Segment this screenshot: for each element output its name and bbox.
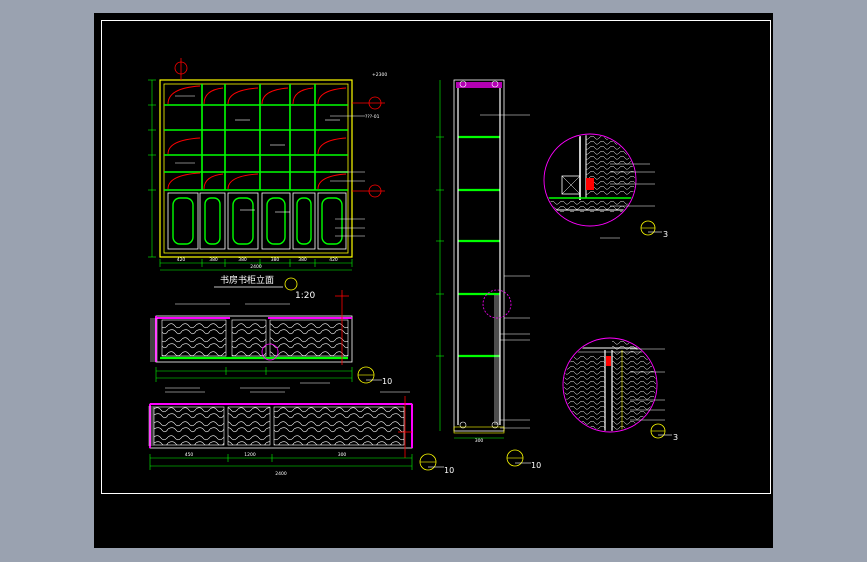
plan-section-lower: 10 — [148, 391, 454, 475]
elevation-title: 书房书柜立面 1:20 — [214, 274, 315, 301]
svg-text:+2300: +2300 — [372, 72, 387, 78]
elevation-dim-0: 420 — [177, 257, 186, 263]
elevation-dim-2: 380 — [238, 257, 247, 263]
plan-dim-2: 300 — [338, 452, 347, 458]
elevation-dim-5: 420 — [329, 257, 338, 263]
section-label-detail-top: 3 — [663, 230, 668, 239]
scale-text: 1:20 — [295, 291, 315, 301]
section-marker-lower: 10 — [419, 453, 454, 475]
elevation-dim-3: 380 — [271, 257, 280, 263]
section-label-side: 10 — [531, 461, 541, 470]
elevation-dim-4: 380 — [298, 257, 307, 263]
svg-text:???-01: ???-01 — [365, 114, 380, 120]
section-label-detail-bottom: 3 — [673, 433, 678, 442]
detail-circle-top: 3 — [543, 133, 668, 239]
section-label-lower: 10 — [444, 466, 454, 475]
title-text: 书房书柜立面 — [220, 274, 274, 286]
cad-drawing: +2300 ???-01 书房书柜立面 1:20 10 10 10 3 3 42… — [148, 58, 678, 477]
section-marker-upper: 10 — [357, 366, 392, 386]
section-label-upper: 10 — [382, 377, 392, 386]
elevation-dim-1: 380 — [209, 257, 218, 263]
plan-dim-0: 450 — [185, 452, 194, 458]
side-section: 10 — [436, 79, 541, 470]
plan-dim-1: 1200 — [244, 452, 256, 458]
detail-circle-bottom: 3 — [562, 337, 678, 442]
section-marker-side: 10 — [506, 449, 541, 470]
elevation-dim-total: 2400 — [250, 264, 262, 270]
plan-section-upper: 10 — [150, 290, 392, 389]
section-marker-detail-bottom: 3 — [650, 423, 678, 442]
side-dim-bottom: 300 — [475, 438, 484, 444]
bookcase-elevation: +2300 ???-01 — [148, 58, 387, 271]
section-marker-detail-top: 3 — [640, 220, 668, 239]
plan-dim-total: 2400 — [275, 471, 287, 477]
